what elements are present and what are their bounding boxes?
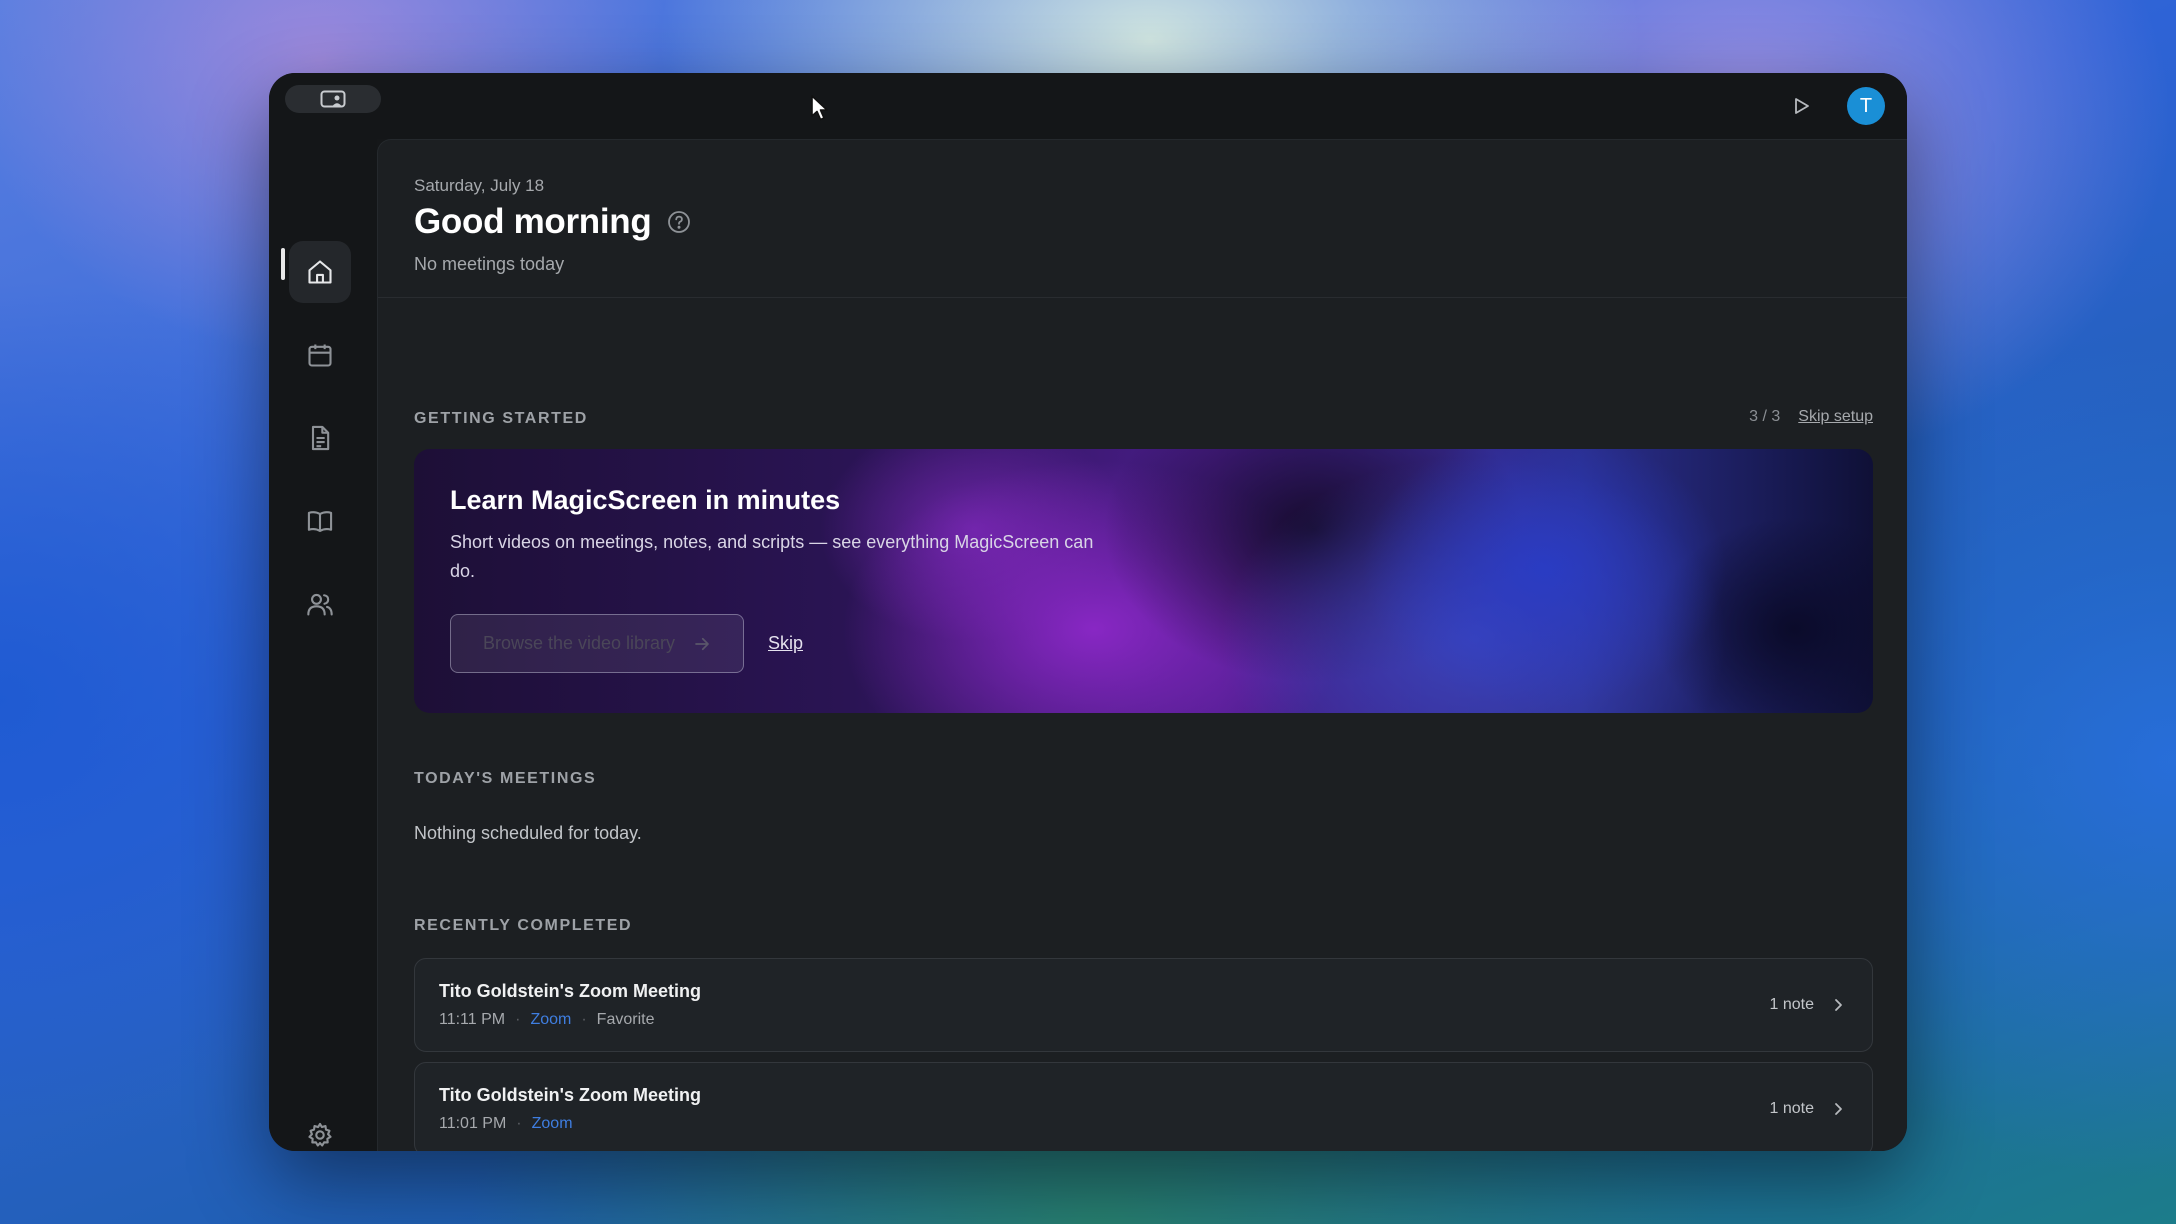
- browse-video-library-label: Browse the video library: [482, 633, 676, 653]
- home-icon: [308, 260, 332, 284]
- section-label-getting-started: GETTING STARTED: [414, 410, 588, 427]
- chevron-right-icon: [1835, 999, 1842, 1011]
- meeting-platform: Zoom: [531, 1115, 573, 1132]
- page-title: Good morning: [414, 202, 652, 241]
- current-date: Saturday, July 18: [414, 176, 545, 195]
- meeting-note-count: 1 note: [1769, 996, 1814, 1013]
- nav-item-notes[interactable]: [289, 407, 351, 469]
- sidebar-nav: [269, 139, 377, 1151]
- nav-item-library[interactable]: [289, 490, 351, 552]
- meeting-meta: 11:11 PM · Zoom · Favorite: [439, 1011, 654, 1029]
- user-avatar[interactable]: T: [1847, 87, 1885, 125]
- meeting-notes: 1 note: [1770, 1063, 1844, 1151]
- nav-item-contacts[interactable]: [289, 573, 351, 635]
- book-icon: [307, 511, 333, 532]
- meetings-summary: No meetings today: [414, 254, 565, 274]
- sidebar-toggle-button[interactable]: [285, 85, 381, 113]
- meeting-meta: 11:01 PM · Zoom: [439, 1115, 573, 1133]
- skip-setup-link[interactable]: Skip setup: [1798, 408, 1873, 426]
- meeting-card[interactable]: Tito Goldstein's Zoom Meeting 11:11 PM ·…: [414, 958, 1873, 1052]
- meeting-time: 11:11 PM: [439, 1011, 506, 1028]
- meta-separator: ·: [515, 1011, 521, 1028]
- play-icon: [1795, 98, 1809, 114]
- mouse-cursor-icon: [811, 95, 828, 121]
- meta-separator: ·: [581, 1011, 587, 1028]
- titlebar: T: [269, 73, 1907, 139]
- page-header: Saturday, July 18 Good morning No meetin…: [414, 176, 691, 275]
- sidebar-icon: [320, 90, 346, 108]
- section-label-todays-meetings: TODAY'S MEETINGS: [414, 770, 597, 787]
- play-button[interactable]: [1791, 95, 1813, 117]
- setup-progress-count: 3 / 3: [1749, 408, 1781, 425]
- section-label-recently-completed: RECENTLY COMPLETED: [414, 917, 633, 934]
- meeting-tag: Favorite: [596, 1011, 655, 1028]
- banner-description: Short videos on meetings, notes, and scr…: [450, 532, 1094, 581]
- meeting-time: 11:01 PM: [439, 1115, 507, 1132]
- active-nav-indicator: [281, 248, 285, 280]
- todays-meetings-empty: Nothing scheduled for today.: [414, 823, 642, 843]
- setup-progress: 3 / 3 Skip setup: [1749, 408, 1873, 426]
- app-window: T Saturday, July 18 Good morning No meet…: [269, 73, 1907, 1151]
- banner-title: Learn MagicScreen in minutes: [450, 485, 841, 515]
- nav-item-calendar[interactable]: [289, 324, 351, 386]
- meta-separator: ·: [516, 1115, 522, 1132]
- meeting-title: Tito Goldstein's Zoom Meeting: [439, 981, 701, 1001]
- main-content: Saturday, July 18 Good morning No meetin…: [377, 139, 1907, 1151]
- meeting-note-count: 1 note: [1769, 1100, 1814, 1117]
- meeting-notes: 1 note: [1770, 959, 1844, 1051]
- calendar-icon: [308, 344, 332, 367]
- document-icon: [311, 425, 330, 451]
- onboarding-banner: Learn MagicScreen in minutes Short video…: [414, 449, 1873, 713]
- gear-icon: [308, 1122, 332, 1147]
- users-icon: [307, 593, 333, 616]
- header-divider: [378, 297, 1907, 298]
- nav-item-settings[interactable]: [289, 1104, 351, 1151]
- browse-video-library-button[interactable]: Browse the video library: [450, 614, 744, 673]
- meeting-card[interactable]: Tito Goldstein's Zoom Meeting 11:01 PM ·…: [414, 1062, 1873, 1151]
- help-icon[interactable]: [667, 210, 691, 234]
- nav-item-home[interactable]: [289, 241, 351, 303]
- arrow-right-icon: [695, 637, 709, 650]
- meeting-platform: Zoom: [530, 1011, 572, 1028]
- skip-banner-link[interactable]: Skip: [768, 633, 803, 654]
- chevron-right-icon: [1835, 1103, 1842, 1115]
- meeting-title: Tito Goldstein's Zoom Meeting: [439, 1085, 701, 1105]
